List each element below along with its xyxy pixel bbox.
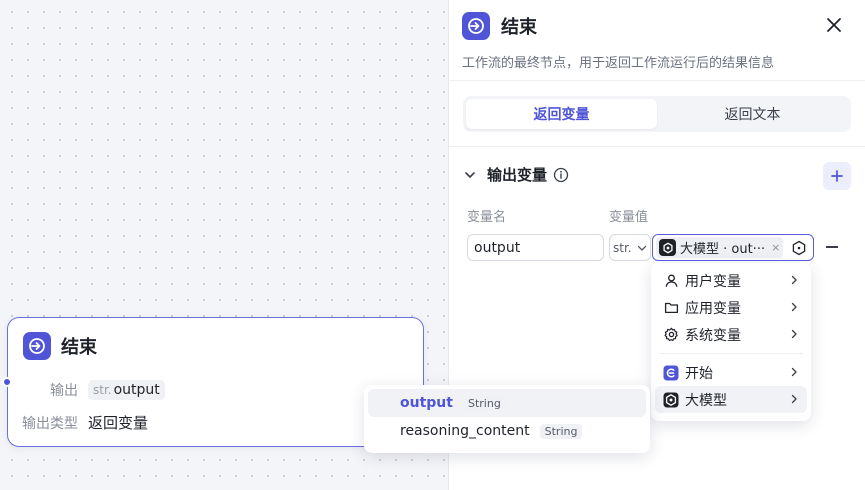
output-kind-label: 输出类型 [22, 415, 78, 432]
gear-icon [663, 327, 679, 343]
menu-item-user-variables[interactable]: 用户变量 [655, 267, 807, 294]
output-option-output[interactable]: output String [368, 389, 646, 417]
output-chip: str. output [88, 380, 165, 400]
llm-node-icon [663, 392, 679, 408]
divider [449, 80, 865, 81]
chevron-right-icon [791, 275, 797, 285]
chevron-right-icon [791, 367, 797, 377]
variable-type-select[interactable]: str. [609, 234, 651, 261]
output-type-prefix: str. [93, 383, 112, 397]
node-header: 结束 [23, 332, 97, 360]
chevron-right-icon [791, 394, 797, 404]
menu-item-label: 应用变量 [685, 300, 741, 317]
node-input-handle[interactable] [2, 377, 12, 387]
column-variable-name: 变量名 [467, 210, 507, 225]
tab-return-text[interactable]: 返回文本 [657, 99, 848, 129]
panel-title: 结束 [501, 17, 537, 38]
output-option-name: reasoning_content [400, 423, 530, 439]
node-output-kind-row: 输出类型 返回变量 [22, 412, 148, 433]
remove-variable-icon[interactable] [826, 246, 838, 248]
menu-item-app-variables[interactable]: 应用变量 [655, 294, 807, 321]
column-variable-value: 变量值 [609, 210, 649, 225]
menu-item-llm-node[interactable]: 大模型 [655, 386, 807, 413]
type-select-value: str. [613, 240, 632, 255]
selected-variable-text: 大模型 · out··· [680, 242, 766, 257]
menu-item-system-variables[interactable]: 系统变量 [655, 321, 807, 348]
add-variable-button[interactable] [823, 162, 851, 190]
output-option-reasoning-content[interactable]: reasoning_content String [368, 417, 646, 445]
chevron-down-icon [637, 245, 646, 251]
variable-source-menu: 用户变量 应用变量 系统变量 开始 大模型 [651, 263, 811, 421]
panel-description: 工作流的最终节点，用于返回工作流运行后的结果信息 [462, 56, 775, 71]
plus-icon [831, 170, 843, 182]
output-name: output [113, 382, 160, 398]
tab-return-variable[interactable]: 返回变量 [466, 99, 657, 129]
folder-icon [663, 300, 679, 316]
output-label: 输出 [50, 383, 78, 399]
info-icon[interactable] [553, 167, 569, 183]
selected-variable-chip: 大模型 · out··· × [656, 237, 784, 258]
llm-node-icon [659, 239, 676, 256]
menu-item-label: 用户变量 [685, 273, 741, 290]
start-node-icon [663, 365, 679, 381]
variable-picker-icon[interactable] [791, 240, 807, 256]
menu-divider [659, 353, 803, 354]
divider [449, 146, 865, 147]
type-badge: String [462, 395, 506, 411]
chevron-right-icon [791, 302, 797, 312]
end-node-icon [23, 332, 51, 360]
output-kind-value: 返回变量 [88, 414, 149, 432]
node-title: 结束 [61, 337, 97, 358]
chevron-down-icon[interactable] [463, 168, 477, 182]
variable-name-input[interactable] [467, 234, 604, 261]
node-output-row: 输出 str. output [22, 380, 165, 400]
panel-header: 结束 [462, 12, 537, 40]
menu-item-start-node[interactable]: 开始 [655, 359, 807, 386]
close-icon[interactable] [825, 16, 843, 34]
chevron-right-icon [791, 329, 797, 339]
user-icon [663, 273, 679, 289]
end-node-card[interactable]: 结束 输出 str. output 输出类型 返回变量 [2, 317, 424, 447]
menu-item-label: 大模型 [685, 392, 727, 409]
menu-item-label: 系统变量 [685, 327, 741, 344]
variable-value-selector[interactable]: 大模型 · out··· × [652, 234, 814, 261]
type-badge: String [539, 423, 583, 439]
menu-item-label: 开始 [685, 365, 713, 382]
output-variables-header[interactable]: 输出变量 [463, 164, 569, 185]
section-title: 输出变量 [487, 166, 548, 184]
return-mode-tabs: 返回变量 返回文本 [463, 96, 851, 132]
end-node-icon [462, 12, 490, 40]
clear-icon[interactable]: × [771, 241, 780, 254]
llm-output-submenu: output String reasoning_content String [364, 385, 650, 453]
output-option-name: output [400, 395, 453, 411]
